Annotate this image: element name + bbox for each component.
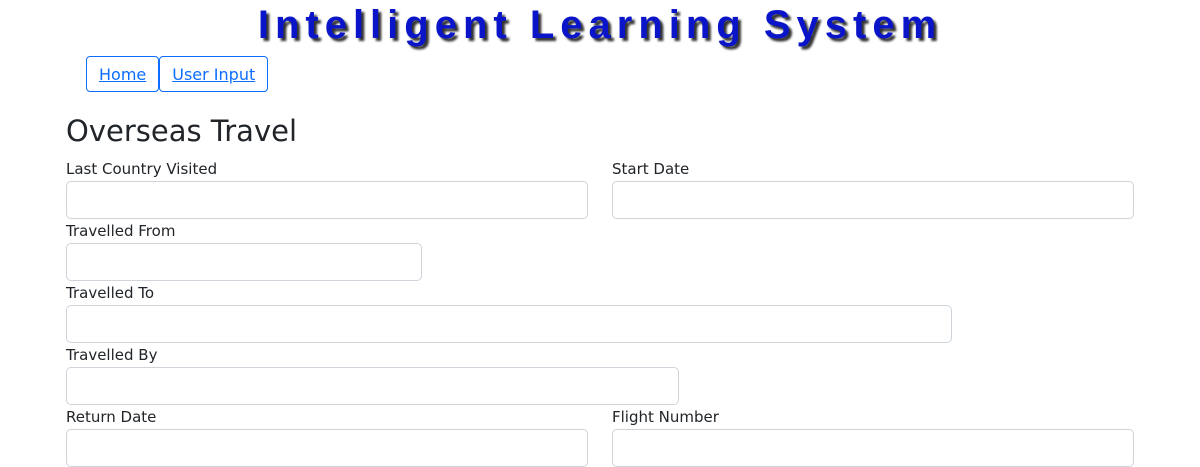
start-date-field: Start Date bbox=[612, 159, 1134, 219]
travelled-from-input[interactable] bbox=[66, 243, 422, 281]
last-country-label: Last Country Visited bbox=[66, 160, 218, 178]
last-country-field: Last Country Visited bbox=[66, 159, 588, 219]
return-date-input[interactable] bbox=[66, 429, 588, 467]
start-date-label: Start Date bbox=[612, 160, 690, 178]
travelled-by-label: Travelled By bbox=[66, 346, 158, 364]
nav-user-input-link[interactable]: User Input bbox=[159, 56, 269, 92]
travelled-to-input[interactable] bbox=[66, 305, 952, 343]
travelled-by-field: Travelled By bbox=[66, 345, 679, 405]
travelled-by-input[interactable] bbox=[66, 367, 679, 405]
page-title: Overseas Travel bbox=[66, 114, 298, 148]
travelled-from-field: Travelled From bbox=[66, 221, 422, 281]
last-country-input[interactable] bbox=[66, 181, 588, 219]
start-date-input[interactable] bbox=[612, 181, 1134, 219]
return-date-label: Return Date bbox=[66, 408, 157, 426]
flight-number-field: Flight Number bbox=[612, 407, 1134, 467]
main-nav: Home User Input bbox=[86, 56, 269, 92]
return-date-field: Return Date bbox=[66, 407, 588, 467]
travelled-to-label: Travelled To bbox=[66, 284, 155, 302]
nav-home-link[interactable]: Home bbox=[86, 56, 160, 92]
travelled-from-label: Travelled From bbox=[66, 222, 176, 240]
flight-number-label: Flight Number bbox=[612, 408, 719, 426]
app-title: Intelligent Learning System bbox=[257, 3, 943, 47]
flight-number-input[interactable] bbox=[612, 429, 1134, 467]
travelled-to-field: Travelled To bbox=[66, 283, 952, 343]
